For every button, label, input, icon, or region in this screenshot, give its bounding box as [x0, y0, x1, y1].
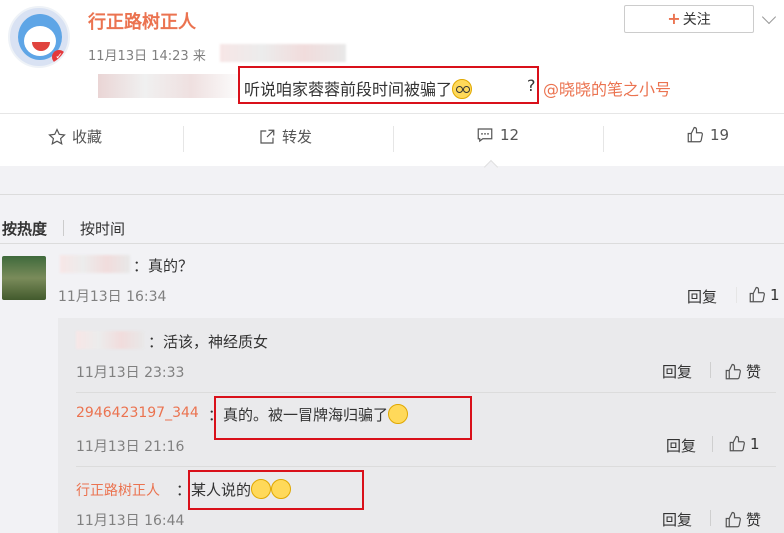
more-options-chevron-icon[interactable] [761, 9, 777, 25]
reply-button[interactable]: 回复 [662, 509, 692, 530]
repost-label: 转发 [282, 128, 313, 146]
reply-separator [710, 362, 711, 378]
post-source-prefix: 来 [192, 49, 206, 64]
reply-like-button[interactable]: 1 [728, 435, 760, 453]
thumbs-up-icon [748, 286, 766, 304]
favorite-button[interactable]: 收藏 [48, 126, 102, 147]
comment-button[interactable]: 12 [476, 126, 519, 144]
emoji-thinking-icon [271, 479, 292, 499]
reply-username[interactable]: 行正路树正人 [76, 480, 160, 500]
action-separator [393, 126, 394, 152]
plus-icon: + [667, 9, 681, 28]
follow-button[interactable]: + 关注 [624, 5, 754, 33]
thumbs-up-icon [724, 511, 742, 529]
reply-like-button[interactable]: 赞 [724, 509, 761, 530]
reply-button[interactable]: 回复 [666, 435, 696, 456]
commenter-avatar[interactable] [2, 256, 46, 300]
comment-icon [476, 126, 494, 144]
sort-by-hot-tab[interactable]: 按热度 [2, 218, 47, 239]
reply-timestamp: 11月13日 21:16 [76, 439, 185, 455]
reply-text-content: ：真的。被一冒牌海归骗了 [208, 406, 389, 424]
emoji-laugh-cry-icon [388, 404, 409, 424]
comment-timestamp: 11月13日 16:34 [58, 289, 167, 305]
like-button[interactable]: 19 [686, 126, 729, 144]
verified-badge-icon: ✓ [52, 50, 66, 64]
emoji-glasses-icon [452, 79, 473, 99]
reply-timestamp: 11月13日 23:33 [76, 365, 185, 381]
post-mention-link[interactable]: @晓晓的笔之小号 [543, 76, 671, 100]
doraemon-mouth [24, 26, 56, 56]
reply-separator [710, 510, 711, 526]
action-separator [183, 126, 184, 152]
comment-text: ：真的？ [133, 257, 194, 275]
reply-like-button[interactable]: 赞 [724, 361, 761, 382]
repost-icon [258, 128, 276, 146]
post-question-mark: ? [527, 76, 536, 95]
comment-like-count: 1 [770, 286, 780, 304]
reply-divider [76, 392, 776, 393]
post-author-name[interactable]: 行正路树正人 [88, 8, 196, 34]
redacted-source [220, 44, 346, 62]
reply-button[interactable]: 回复 [662, 361, 692, 382]
repost-button[interactable]: 转发 [258, 126, 312, 147]
favorite-label: 收藏 [72, 128, 103, 146]
post-text-content: 听说咱家蓉蓉前段时间被骗了 [244, 80, 453, 99]
thumbs-up-icon [728, 435, 746, 453]
sort-divider [0, 243, 784, 244]
sort-separator [63, 220, 64, 236]
reply-username[interactable]: 2946423197_344 [76, 405, 199, 421]
reply-like-count: 1 [750, 435, 760, 453]
reply-like-label: 赞 [746, 511, 762, 529]
redacted-mention [98, 74, 238, 98]
reply-divider [76, 466, 776, 467]
action-separator [603, 126, 604, 152]
comment-count: 12 [500, 126, 520, 144]
thumbs-up-icon [686, 126, 704, 144]
reply-text: ：真的。被一冒牌海归骗了 [208, 404, 409, 425]
reply-separator [712, 436, 713, 452]
reply-button[interactable]: 回复 [687, 286, 717, 307]
like-count: 19 [710, 126, 730, 144]
sort-by-time-tab[interactable]: 按时间 [80, 218, 125, 239]
follow-label: 关注 [682, 12, 711, 28]
divider [0, 113, 784, 114]
reply-timestamp: 11月13日 16:44 [76, 513, 185, 529]
reply-separator [736, 287, 737, 303]
post-timestamp: 11月13日 14:23 [88, 49, 189, 64]
author-avatar[interactable]: ✓ [8, 6, 70, 68]
star-icon [48, 127, 66, 146]
comment-like-button[interactable]: 1 [748, 286, 780, 304]
redacted-username [60, 255, 130, 273]
reply-like-label: 赞 [746, 363, 762, 381]
comments-divider [0, 194, 784, 195]
redacted-reply-username [76, 331, 144, 349]
post-text: 听说咱家蓉蓉前段时间被骗了 [244, 76, 473, 100]
reply-text: ：活该，神经质女 [148, 333, 269, 351]
thumbs-up-icon [724, 363, 742, 381]
emoji-thinking-icon [251, 479, 272, 499]
reply-text: ：某人说的 [176, 479, 292, 500]
post-time[interactable]: 11月13日 14:23 来 [88, 45, 206, 64]
reply-text-content: ：某人说的 [176, 481, 252, 499]
